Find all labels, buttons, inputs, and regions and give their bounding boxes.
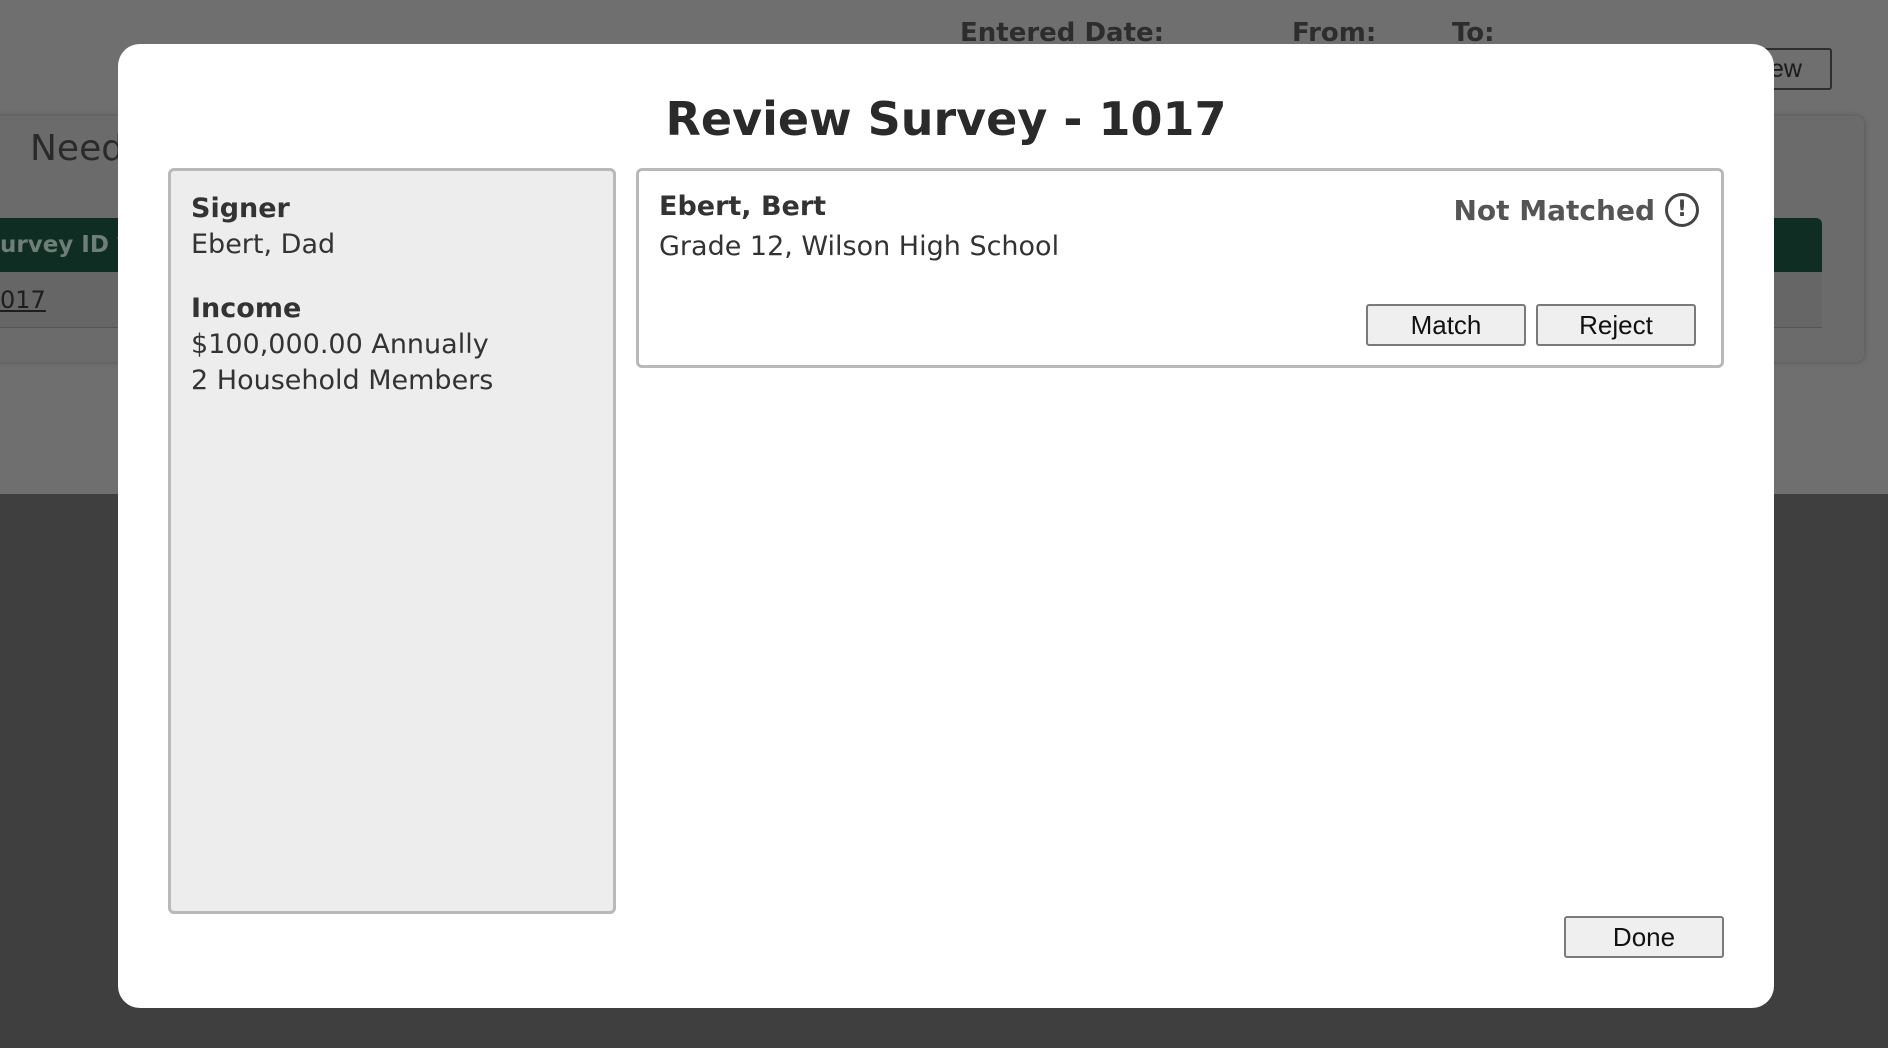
student-grade-school: Grade 12, Wilson High School [659,231,1060,262]
review-survey-modal: Review Survey - 1017 Signer Ebert, Dad I… [118,44,1774,1008]
exclamation-circle-icon: ! [1665,193,1699,227]
match-status-text: Not Matched [1453,193,1655,227]
income-amount: $100,000.00 Annually [191,329,489,360]
reject-button[interactable]: Reject [1536,304,1696,346]
signer-label: Signer [191,193,290,224]
household-info-panel: Signer Ebert, Dad Income $100,000.00 Ann… [168,168,616,914]
income-label: Income [191,293,302,324]
survey-id-link[interactable]: 017 [0,286,46,314]
income-group: Income $100,000.00 Annually 2 Household … [191,291,593,399]
student-card: Ebert, Bert Grade 12, Wilson High School… [636,168,1724,368]
modal-title: Review Survey - 1017 [665,92,1227,146]
student-name: Ebert, Bert [659,191,827,222]
match-button[interactable]: Match [1366,304,1526,346]
survey-id-column-header[interactable]: urvey ID ▼ [0,232,135,258]
match-status: Not Matched ! [1453,193,1699,227]
signer-group: Signer Ebert, Dad [191,191,593,263]
household-members: 2 Household Members [191,365,494,396]
signer-value: Ebert, Dad [191,229,336,260]
done-button[interactable]: Done [1564,916,1724,958]
